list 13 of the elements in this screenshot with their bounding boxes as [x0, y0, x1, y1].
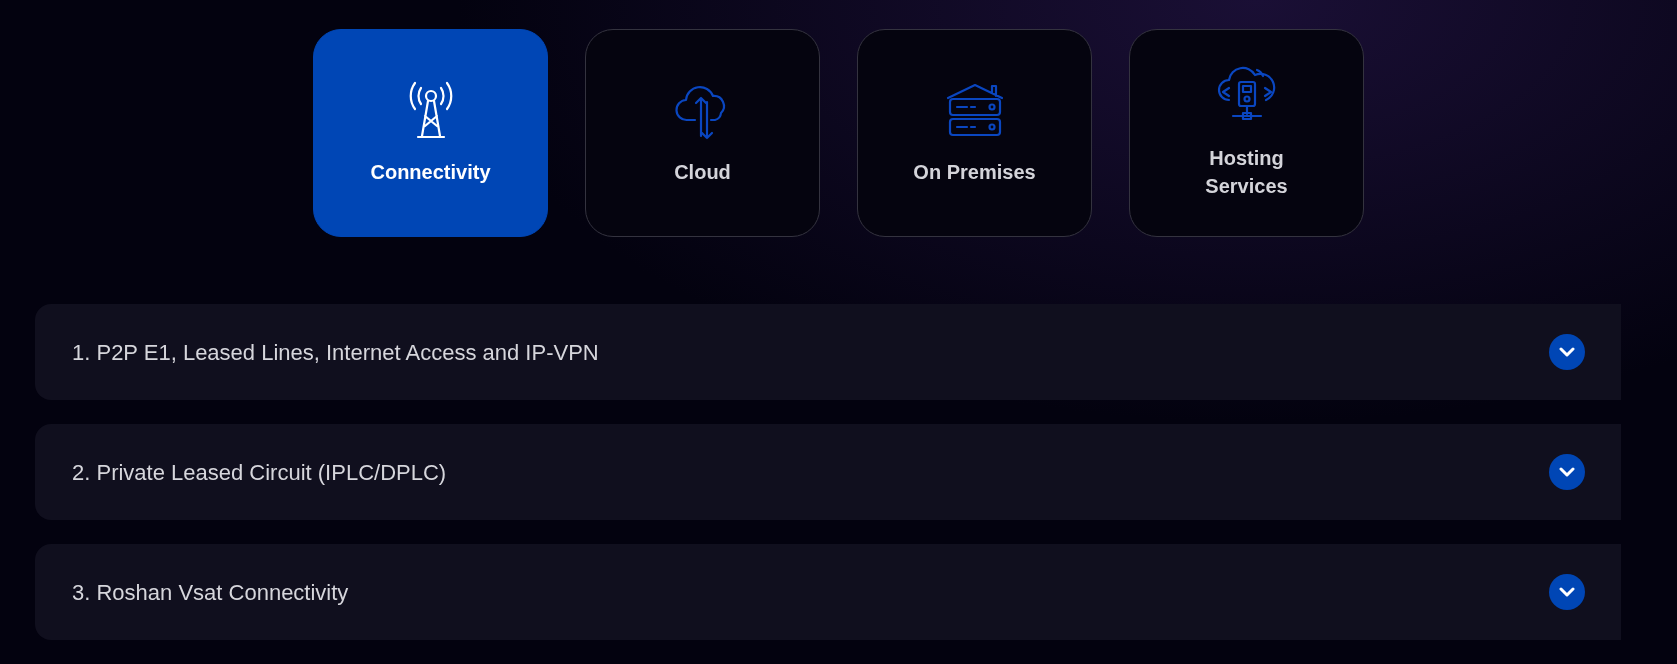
- accordion-header[interactable]: 2. Private Leased Circuit (IPLC/DPLC): [35, 424, 1621, 520]
- chevron-icon[interactable]: [1549, 574, 1585, 610]
- accordion-title: 1. P2P E1, Leased Lines, Internet Access and IP-VPN: [72, 338, 599, 367]
- service-tab[interactable]: Connectivity: [313, 29, 548, 237]
- accordion-header[interactable]: 3. Roshan Vsat Connectivity: [35, 544, 1621, 640]
- accordion-header[interactable]: 1. P2P E1, Leased Lines, Internet Access and IP-VPN: [35, 304, 1621, 400]
- accordion-title: 3. Roshan Vsat Connectivity: [72, 578, 349, 607]
- service-tab[interactable]: Hosting Services: [1129, 29, 1364, 237]
- service-tab[interactable]: Cloud: [585, 29, 820, 237]
- service-tab[interactable]: On Premises: [857, 29, 1092, 237]
- chevron-icon[interactable]: [1549, 334, 1585, 370]
- chevron-icon[interactable]: [1549, 454, 1585, 490]
- accordion-title: 2. Private Leased Circuit (IPLC/DPLC): [72, 458, 447, 487]
